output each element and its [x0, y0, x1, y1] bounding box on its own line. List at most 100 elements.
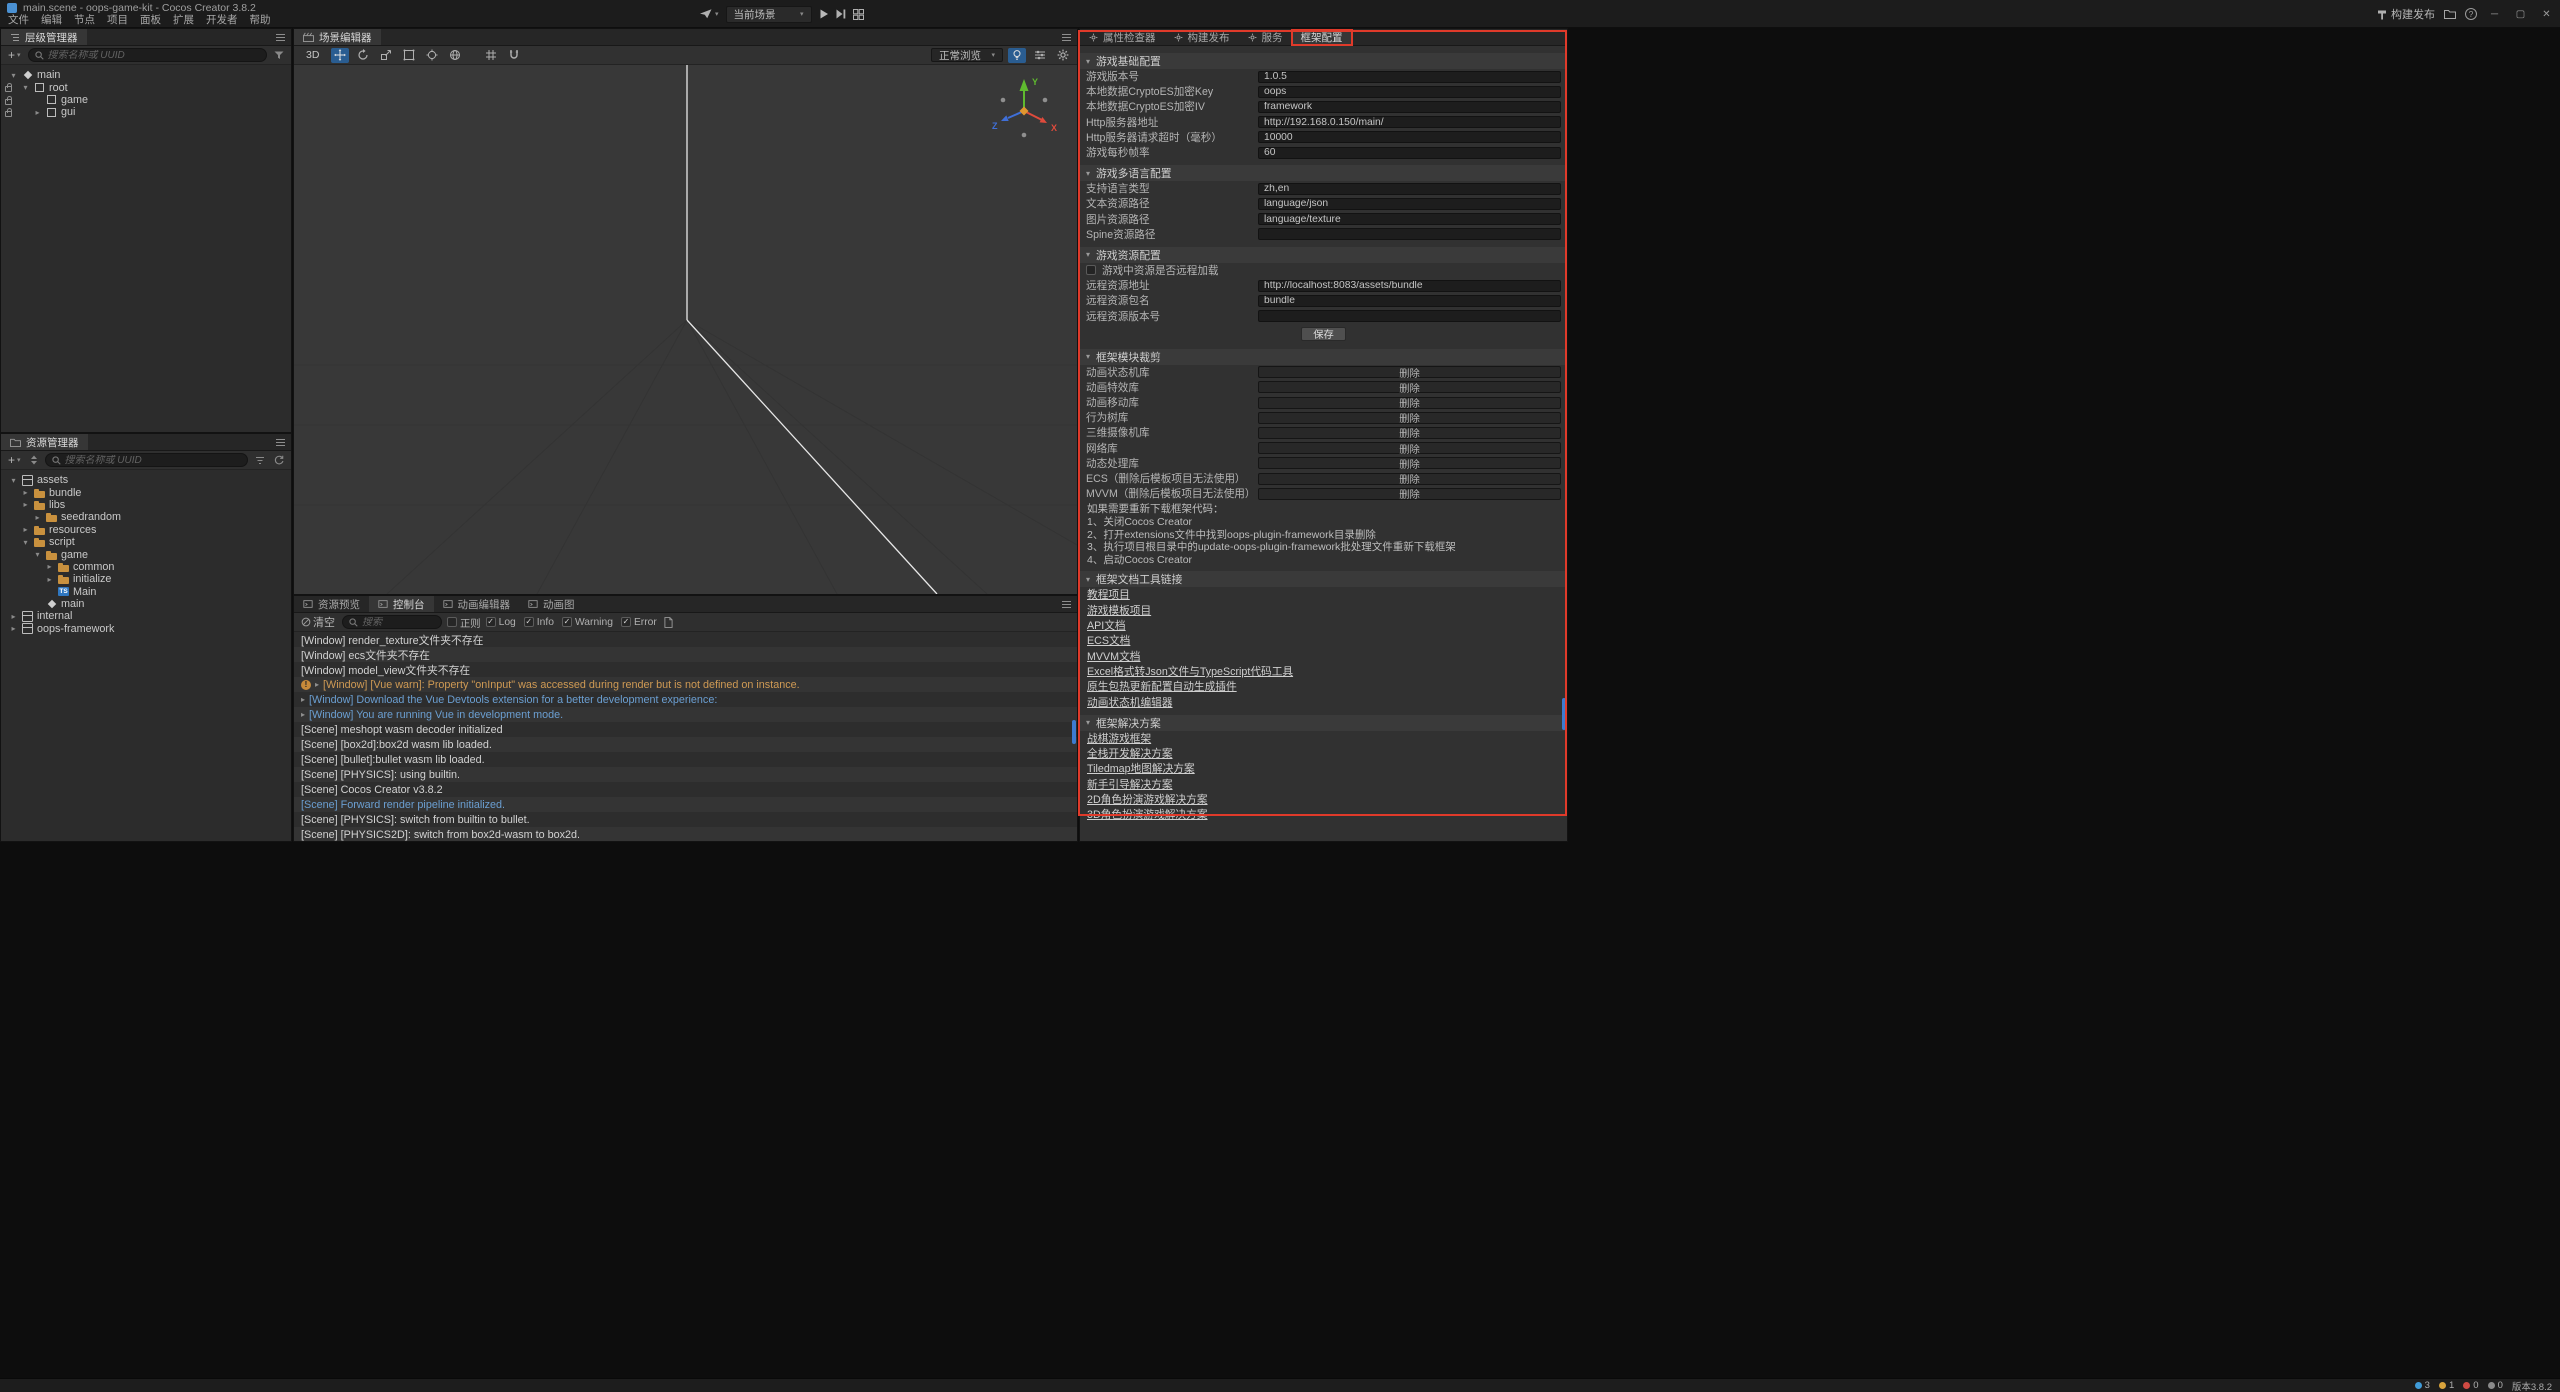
gizmo-center-cube[interactable]	[1020, 107, 1029, 116]
scale-tool-button[interactable]	[377, 48, 395, 63]
expand-arrow-icon[interactable]	[33, 513, 42, 522]
menu-item[interactable]: 开发者	[200, 14, 244, 27]
doc-link[interactable]: 教程项目	[1087, 587, 1130, 602]
delete-module-button[interactable]: 删除	[1258, 488, 1561, 500]
doc-link[interactable]: MVVM文档	[1087, 649, 1140, 664]
console-log-row[interactable]: [Window] ecs文件夹不存在	[294, 647, 1077, 662]
field-input[interactable]	[1258, 71, 1561, 83]
console-log-row[interactable]: [Scene] meshopt wasm decoder initialized	[294, 722, 1077, 737]
solution-link[interactable]: 新手引导解决方案	[1087, 777, 1173, 792]
lock-icon[interactable]	[5, 83, 12, 92]
expand-arrow-icon[interactable]	[45, 575, 54, 584]
clear-console-button[interactable]: 清空	[299, 615, 337, 630]
maximize-button[interactable]: ▢	[2512, 9, 2529, 20]
expand-arrow-icon[interactable]	[33, 108, 42, 117]
field-input[interactable]	[1258, 183, 1561, 195]
scene-settings-button[interactable]	[1054, 48, 1072, 63]
field-input[interactable]	[1258, 86, 1561, 98]
field-input[interactable]	[1258, 213, 1561, 225]
lock-icon[interactable]	[5, 108, 12, 117]
asset-node[interactable]: script	[1, 536, 291, 548]
checkbox[interactable]	[621, 617, 631, 627]
section-game-i18n-config[interactable]: ▾ 游戏多语言配置	[1080, 165, 1567, 181]
console-search-input[interactable]	[362, 617, 435, 628]
delete-module-button[interactable]: 删除	[1258, 457, 1561, 469]
delete-module-button[interactable]: 删除	[1258, 381, 1561, 393]
remote-load-checkbox[interactable]	[1086, 265, 1096, 275]
field-input[interactable]	[1258, 131, 1561, 143]
pivot-toggle-button[interactable]	[423, 48, 441, 63]
tab-assets[interactable]: 资源管理器	[1, 434, 88, 450]
refresh-assets-button[interactable]	[272, 453, 286, 468]
console-panel-menu-button[interactable]	[1055, 596, 1077, 612]
field-input[interactable]	[1258, 116, 1561, 128]
console-log-row[interactable]: [Scene] Cocos Creator v3.8.2	[294, 782, 1077, 797]
rect-tool-button[interactable]	[400, 48, 418, 63]
close-button[interactable]: ✕	[2538, 9, 2555, 20]
menu-item[interactable]: 扩展	[167, 14, 200, 27]
layout-button[interactable]	[853, 9, 864, 20]
console-filter[interactable]: Info	[524, 617, 554, 628]
expand-arrow-icon[interactable]	[9, 612, 18, 621]
snap-grid-button[interactable]	[482, 48, 500, 63]
hierarchy-node[interactable]: main	[1, 69, 291, 81]
assets-filter-button[interactable]	[253, 453, 267, 468]
section-game-resource-config[interactable]: ▾ 游戏资源配置	[1080, 247, 1567, 263]
menu-item[interactable]: 面板	[134, 14, 167, 27]
section-solutions[interactable]: ▾ 框架解决方案	[1080, 715, 1567, 731]
sort-assets-button[interactable]	[28, 453, 40, 468]
expand-arrow-icon[interactable]	[9, 71, 18, 80]
expand-arrow-icon[interactable]	[21, 525, 30, 534]
hierarchy-node[interactable]: root	[1, 81, 291, 93]
tab-hierarchy[interactable]: 层级管理器	[1, 29, 87, 45]
assets-search[interactable]	[45, 453, 248, 467]
field-input[interactable]	[1258, 228, 1561, 240]
scene-panel-menu-button[interactable]	[1055, 29, 1077, 45]
minimize-button[interactable]: ─	[2486, 9, 2503, 20]
doc-link[interactable]: 游戏模板项目	[1087, 603, 1151, 618]
checkbox[interactable]	[447, 617, 457, 627]
section-module-trim[interactable]: ▾ 框架模块裁剪	[1080, 349, 1567, 365]
solution-link[interactable]: 3D角色扮演游戏解决方案	[1087, 807, 1208, 822]
save-button[interactable]: 保存	[1301, 327, 1346, 341]
step-button[interactable]	[836, 9, 846, 19]
delete-module-button[interactable]: 删除	[1258, 366, 1561, 378]
console-search[interactable]	[342, 615, 442, 629]
menu-item[interactable]: 节点	[68, 14, 101, 27]
asset-node[interactable]: seedrandom	[1, 511, 291, 523]
regex-checkbox[interactable]: 正则	[447, 615, 481, 630]
doc-link[interactable]: API文档	[1087, 618, 1126, 633]
console-filter[interactable]: Error	[621, 617, 657, 628]
console-info-count[interactable]: 3	[2415, 1380, 2430, 1391]
console-log-row[interactable]: ▸ [Window] You are running Vue in develo…	[294, 707, 1077, 722]
light-toggle-button[interactable]	[1008, 48, 1026, 63]
asset-node[interactable]: game	[1, 548, 291, 560]
expand-arrow-icon[interactable]	[45, 562, 54, 571]
console-log-row[interactable]: [Scene] [bullet]:bullet wasm lib loaded.	[294, 752, 1077, 767]
inspector-scrollbar-thumb[interactable]	[1562, 698, 1566, 730]
asset-node[interactable]: initialize	[1, 573, 291, 585]
field-input[interactable]	[1258, 280, 1561, 292]
console-log-row[interactable]: ! ▸ [Window] [Vue warn]: Property "onInp…	[294, 677, 1077, 692]
console-scrollbar-thumb[interactable]	[1072, 720, 1076, 744]
console-tab[interactable]: 资源预览	[294, 596, 369, 612]
expand-arrow-icon[interactable]: ▸	[315, 680, 319, 689]
neg-y-axis-dot[interactable]	[1022, 133, 1027, 138]
solution-link[interactable]: 战棋游戏框架	[1087, 731, 1151, 746]
expand-arrow-icon[interactable]: ▸	[301, 710, 305, 719]
console-log-row[interactable]: [Scene] Forward render pipeline initiali…	[294, 797, 1077, 812]
expand-arrow-icon[interactable]: ▸	[301, 695, 305, 704]
expand-arrow-icon[interactable]	[21, 488, 30, 497]
delete-module-button[interactable]: 删除	[1258, 442, 1561, 454]
console-tab[interactable]: 动画图	[519, 596, 584, 612]
assets-search-input[interactable]	[65, 455, 241, 466]
view-mode-select[interactable]: 正常浏览 ▾	[931, 48, 1003, 62]
lock-icon[interactable]	[5, 96, 12, 105]
inspector-tab[interactable]: 服务	[1239, 29, 1292, 45]
inspector-tab[interactable]: 框架配置	[1292, 29, 1352, 45]
menu-item[interactable]: 编辑	[35, 14, 68, 27]
section-game-basic-config[interactable]: ▾ 游戏基础配置	[1080, 53, 1567, 69]
console-tab[interactable]: 动画编辑器	[434, 596, 520, 612]
delete-module-button[interactable]: 删除	[1258, 427, 1561, 439]
console-warning-count[interactable]: 1	[2439, 1380, 2454, 1391]
